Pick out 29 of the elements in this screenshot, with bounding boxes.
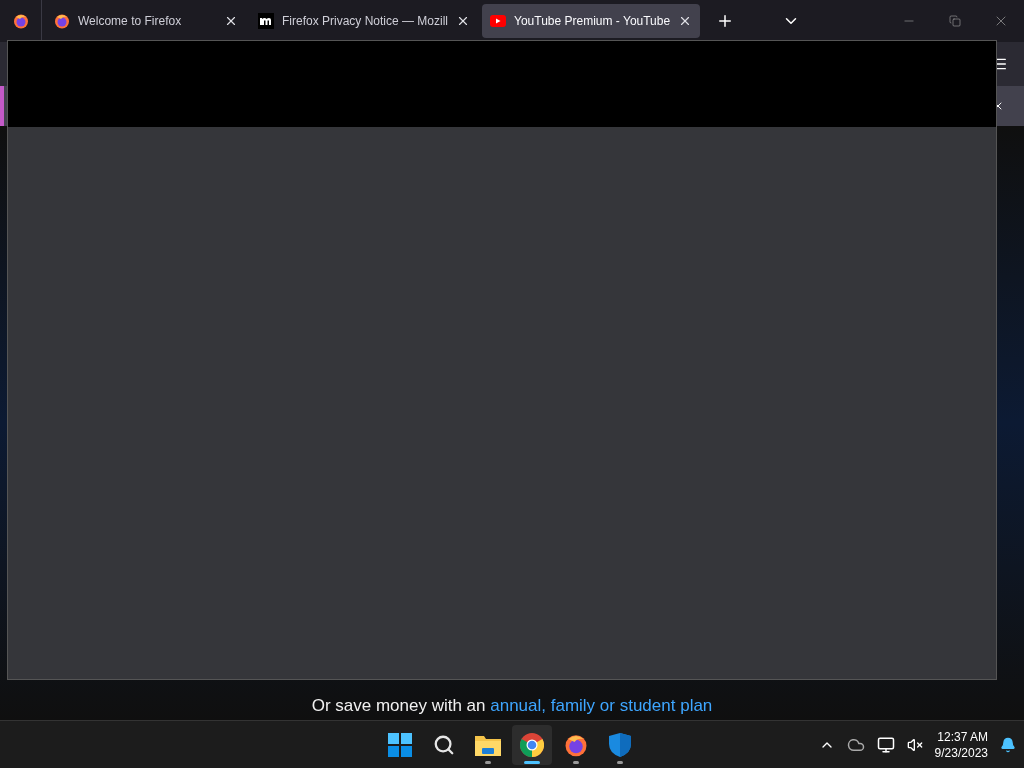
notification-bell-icon[interactable] (1000, 736, 1016, 753)
shield-icon (609, 732, 631, 757)
running-indicator (485, 760, 491, 764)
muted-speaker-icon[interactable] (906, 736, 923, 753)
chrome-icon (520, 732, 544, 757)
mozilla-m-icon (258, 13, 274, 29)
browser-tab[interactable]: YouTube Premium - YouTube (482, 4, 701, 38)
plan-link[interactable]: annual, family or student plan (490, 695, 713, 715)
youtube-play-icon (490, 15, 507, 27)
running-indicator (617, 760, 623, 764)
browser-tab[interactable]: Firefox Privacy Notice — Mozill (250, 4, 479, 38)
taskbar-app-button[interactable] (512, 724, 552, 765)
network-icon[interactable] (876, 735, 895, 754)
clock-button[interactable]: 12:37 AM 9/23/2023 (934, 728, 988, 761)
firefox-icon (564, 732, 588, 757)
windows-start-icon (388, 732, 412, 757)
firefox-icon (54, 13, 70, 29)
tab-title: Welcome to Firefox (78, 13, 183, 30)
tab-title: YouTube Premium - YouTube (514, 13, 671, 30)
close-icon[interactable] (224, 14, 238, 28)
running-indicator (524, 760, 540, 764)
plan-offer-text: Or save money with an annual, family or student plan (311, 694, 713, 717)
running-indicator (573, 760, 579, 764)
search-icon (433, 733, 455, 756)
firefox-icon (12, 13, 29, 29)
tab-title: Firefox Privacy Notice — Mozill (282, 13, 449, 30)
browser-tab[interactable]: Welcome to Firefox (46, 4, 246, 38)
folder-icon (475, 733, 501, 756)
restore-icon (949, 15, 961, 27)
